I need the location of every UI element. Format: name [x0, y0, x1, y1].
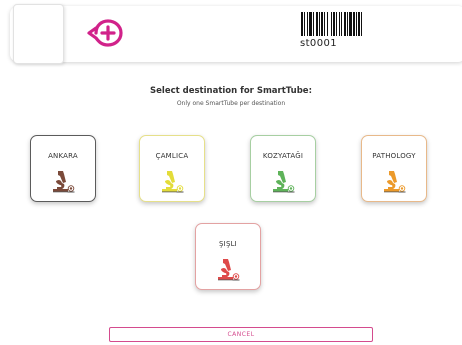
microscope-icon — [384, 171, 406, 193]
header-bar — [10, 6, 462, 62]
microscope-icon — [218, 259, 240, 281]
barcode-icon — [301, 12, 362, 36]
prompt-title: Select destination for SmartTube: — [150, 86, 312, 96]
microscope-icon — [53, 171, 75, 193]
destination-label: ŞIŞLI — [219, 240, 237, 248]
microscope-icon — [273, 171, 295, 193]
plus-circle-logo-icon — [87, 19, 123, 47]
destination-label: PATHOLOGY — [372, 152, 416, 160]
destination-ankara-button[interactable]: ANKARA — [30, 135, 96, 202]
destination-label: ANKARA — [48, 152, 78, 160]
destination-label: ÇAMLICA — [155, 152, 189, 160]
prompt-subtitle: Only one SmartTube per destination — [176, 100, 286, 107]
destination-label: KOZYATAĞI — [262, 152, 304, 160]
avatar-placeholder — [13, 4, 64, 64]
tube-id-text: st0001 — [300, 38, 337, 49]
microscope-icon — [162, 171, 184, 193]
destination-kozyatagi-button[interactable]: KOZYATAĞI — [250, 135, 316, 202]
destination-sisli-button[interactable]: ŞIŞLI — [195, 223, 261, 290]
destination-pathology-button[interactable]: PATHOLOGY — [361, 135, 427, 202]
destination-camlica-button[interactable]: ÇAMLICA — [139, 135, 205, 202]
cancel-button[interactable]: CANCEL — [109, 327, 373, 342]
